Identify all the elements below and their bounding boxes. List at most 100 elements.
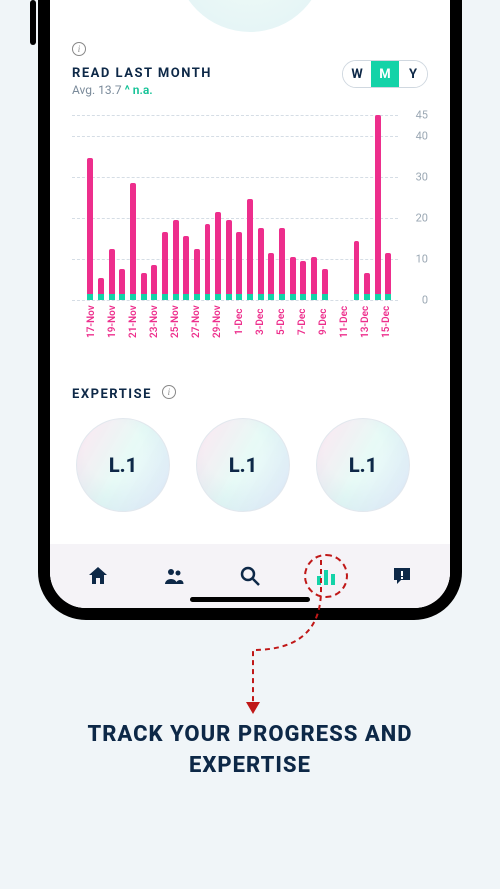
x-tick [223,301,233,345]
y-tick: 10 [416,252,428,265]
y-tick: 45 [416,109,428,122]
bar [257,115,265,300]
promo-line2: EXPERTISE [40,751,460,782]
x-tick: 1-Dec [234,301,245,345]
x-tick: 5-Dec [276,301,287,345]
x-tick: 7-Dec [297,301,308,345]
bar [289,115,297,300]
x-tick [308,301,318,345]
home-indicator [190,597,310,602]
bar [161,115,169,300]
app-screen: i READ LAST MONTH Avg. 13.7 ^ n.a. WMY [50,0,450,608]
x-tick [245,301,255,345]
bar [150,115,158,300]
chart-x-axis: 17-Nov19-Nov21-Nov23-Nov25-Nov27-Nov29-N… [76,301,392,345]
people-icon [162,564,186,588]
x-tick: 13-Dec [360,301,371,345]
bar [108,115,116,300]
x-tick: 21-Nov [128,301,139,345]
bar [140,115,148,300]
bar [236,115,244,300]
x-tick: 19-Nov [107,301,118,345]
bar [321,115,329,300]
x-tick: 23-Nov [149,301,160,345]
x-tick [160,301,170,345]
people-tab[interactable] [154,556,194,596]
bar [299,115,307,300]
bar [374,115,382,300]
phone-frame: i READ LAST MONTH Avg. 13.7 ^ n.a. WMY [38,0,462,620]
x-tick: 9-Dec [318,301,329,345]
expertise-level: L.1 [229,453,257,477]
x-tick [350,301,360,345]
x-tick: 3-Dec [255,301,266,345]
bar [268,115,276,300]
x-tick [266,301,276,345]
bar [214,115,222,300]
expertise-badge[interactable]: L.1 [196,418,290,512]
search-icon [238,564,262,588]
bar [76,115,84,300]
trend-arrow: ^ [125,83,130,97]
expertise-row: L.1 L.1 L.1 [72,418,428,512]
x-tick: 29-Nov [212,301,223,345]
bar [278,115,286,300]
range-btn-m[interactable]: M [371,61,399,87]
x-tick [329,301,339,345]
x-tick: 11-Dec [339,301,350,345]
x-tick: 15-Dec [381,301,392,345]
y-tick: 40 [416,129,428,142]
search-tab[interactable] [230,556,270,596]
expertise-badge[interactable]: L.1 [76,418,170,512]
expertise-level: L.1 [109,453,137,477]
bar [172,115,180,300]
bar [342,115,350,300]
info-icon[interactable]: i [162,385,176,399]
bar [204,115,212,300]
x-tick: 27-Nov [191,301,202,345]
chart-bars [76,115,392,300]
trend-value: n.a. [133,83,153,97]
promo-caption: TRACK YOUR PROGRESS AND EXPERTISE [0,720,500,782]
bar [225,115,233,300]
feedback-tab[interactable] [382,556,422,596]
info-icon[interactable]: i [72,42,86,56]
expertise-level: L.1 [349,453,377,477]
bar [363,115,371,300]
avg-value: 13.7 [98,83,121,97]
highlight-ring [304,554,348,598]
bar [353,115,361,300]
range-btn-w[interactable]: W [343,61,371,87]
x-tick [181,301,191,345]
chart: 45403020100 17-Nov19-Nov21-Nov23-Nov25-N… [72,115,428,345]
x-tick [97,301,107,345]
x-tick: 25-Nov [170,301,181,345]
y-tick: 30 [416,170,428,183]
bar [385,115,393,300]
section-subtitle: Avg. 13.7 ^ n.a. [72,83,212,97]
bar [119,115,127,300]
bar [182,115,190,300]
x-tick [139,301,149,345]
bar [193,115,201,300]
chart-y-axis: 45403020100 [402,115,428,300]
range-toggle[interactable]: WMY [342,60,428,88]
home-icon [86,564,110,588]
stats-tab[interactable] [306,556,346,596]
bar [87,115,95,300]
x-tick [287,301,297,345]
x-tick [76,301,86,345]
y-tick: 20 [416,211,428,224]
bar [246,115,254,300]
home-tab[interactable] [78,556,118,596]
section-title: READ LAST MONTH [72,66,212,81]
promo-line1: TRACK YOUR PROGRESS AND [40,720,460,751]
range-btn-y[interactable]: Y [399,61,427,87]
feedback-icon [390,564,414,588]
x-tick [202,301,212,345]
x-tick [371,301,381,345]
bar [129,115,137,300]
y-tick: 0 [422,294,428,307]
bar [97,115,105,300]
expertise-badge[interactable]: L.1 [316,418,410,512]
